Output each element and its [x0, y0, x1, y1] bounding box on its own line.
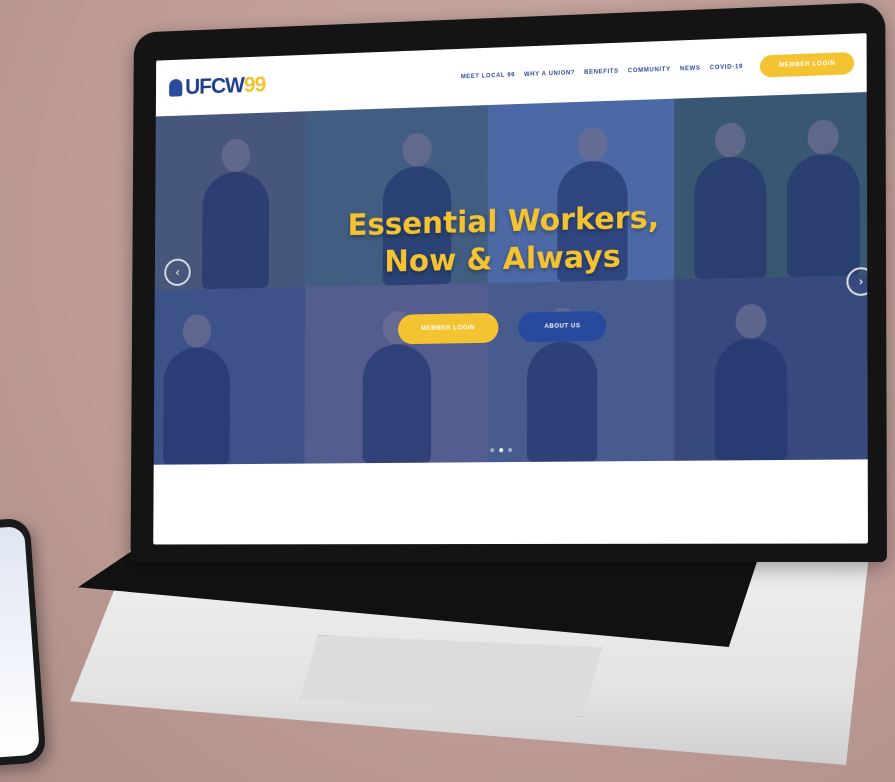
nav-item-why-union[interactable]: WHY A UNION?	[524, 70, 575, 78]
logo-number: 99	[243, 71, 266, 97]
hero-member-login-button[interactable]: MEMBER LOGIN	[397, 312, 499, 345]
laptop-screen: UFCW 99 MEET LOCAL 99 WHY A UNION? BENEF…	[153, 33, 868, 545]
hero-title-line-2: Now & Always	[384, 239, 621, 280]
union-logo-icon	[169, 78, 183, 97]
site-logo[interactable]: UFCW 99	[169, 72, 265, 101]
content-area	[153, 459, 868, 543]
laptop-lid: UFCW 99 MEET LOCAL 99 WHY A UNION? BENEF…	[130, 1, 887, 562]
hero-slider: ‹ › Essential Workers, Now & Always MEMB…	[153, 92, 868, 465]
nav-item-covid[interactable]: COVID-19	[710, 64, 743, 71]
hero-title-line-1: Essential Workers,	[347, 200, 660, 244]
nav-item-community[interactable]: COMMUNITY	[628, 67, 671, 75]
phone-device	[0, 517, 47, 768]
nav-item-news[interactable]: NEWS	[680, 66, 701, 73]
slider-dot-active[interactable]	[499, 448, 504, 453]
phone-screen	[0, 525, 40, 760]
hero-about-us-button[interactable]: ABOUT US	[518, 310, 607, 343]
hero-content: Essential Workers, Now & Always MEMBER L…	[154, 194, 867, 349]
logo-text: UFCW	[185, 72, 244, 100]
member-login-button[interactable]: MEMBER LOGIN	[760, 51, 855, 78]
slider-dot[interactable]	[490, 448, 495, 453]
nav-item-meet-local[interactable]: MEET LOCAL 99	[461, 72, 515, 80]
slider-dot[interactable]	[508, 448, 513, 453]
nav-item-benefits[interactable]: BENEFITS	[584, 69, 619, 76]
main-nav: MEET LOCAL 99 WHY A UNION? BENEFITS COMM…	[461, 51, 855, 88]
